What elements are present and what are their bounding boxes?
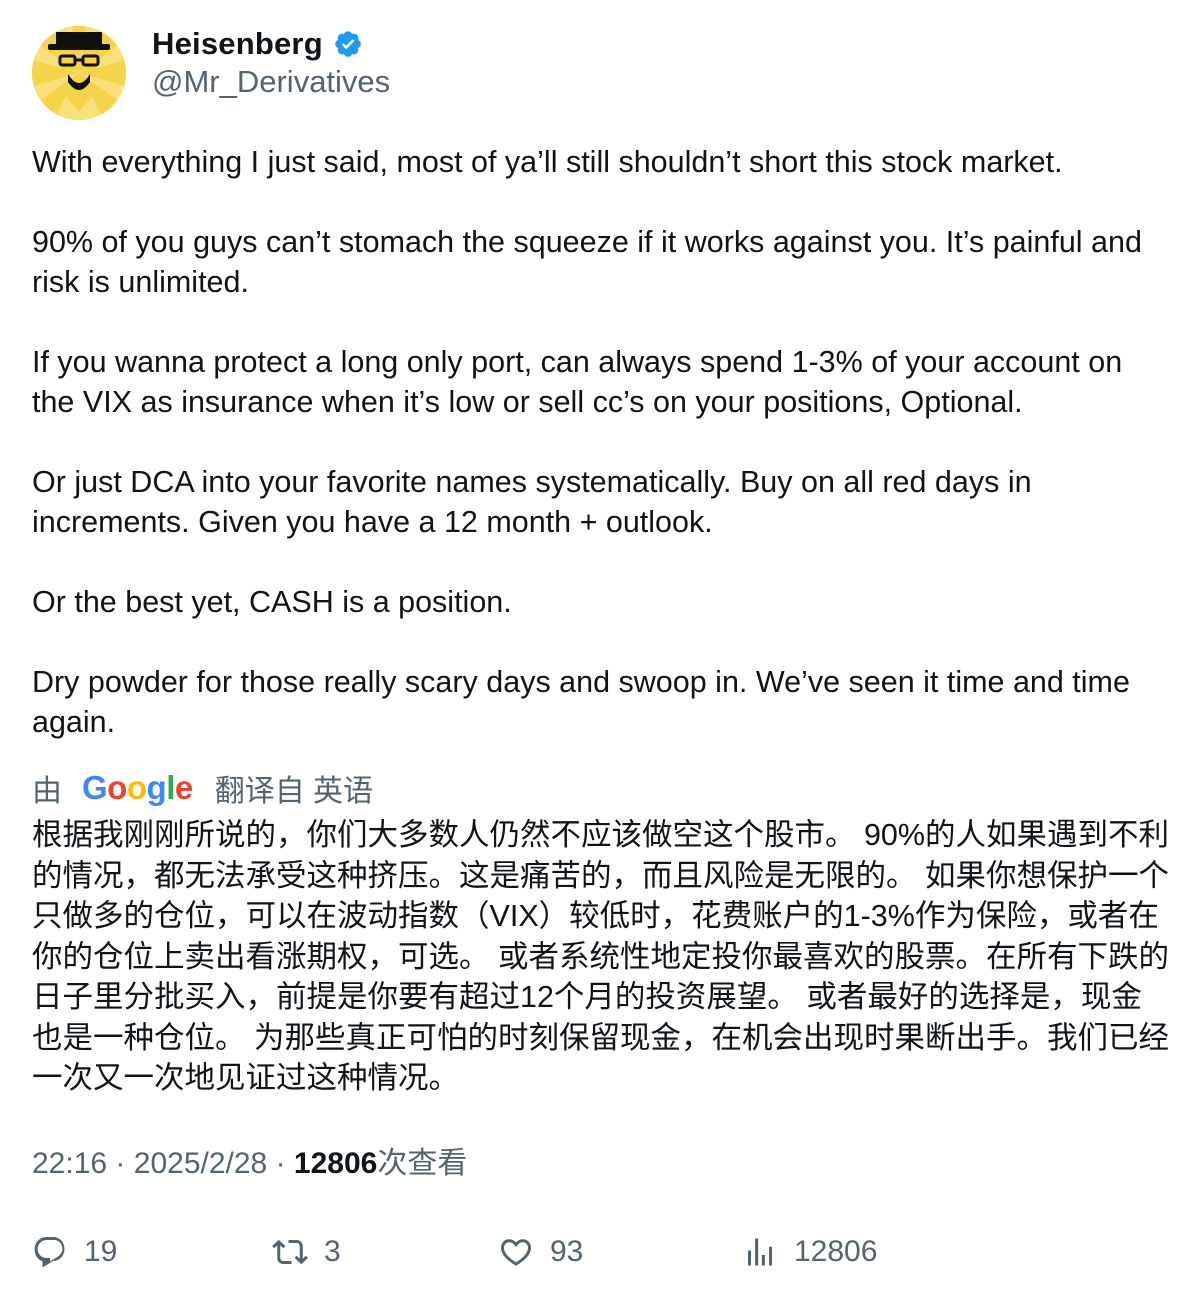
action-bar: 19 3 93 12806 — [32, 1228, 1162, 1276]
translated-by-label: 由 — [32, 775, 62, 808]
avatar[interactable] — [32, 26, 126, 120]
retweet-icon — [272, 1239, 308, 1265]
name-row: Heisenberg — [152, 26, 363, 62]
tweet-time[interactable]: 22:16 — [32, 1147, 107, 1180]
views-count: 12806 — [293, 1147, 378, 1180]
tweet-meta: 22:16 · 2025/2/28 · 12806次查看 — [32, 1142, 467, 1186]
reply-button[interactable]: 19 — [32, 1228, 117, 1276]
meta-separator: · — [115, 1147, 126, 1180]
verified-badge-icon — [333, 29, 363, 59]
user-handle[interactable]: @Mr_Derivatives — [152, 64, 390, 100]
like-button[interactable]: 93 — [498, 1228, 583, 1276]
meta-separator: · — [275, 1147, 286, 1180]
display-name[interactable]: Heisenberg — [152, 26, 323, 62]
translation-attribution: 由 Google 翻译自 英语 — [32, 766, 373, 810]
tweet-date[interactable]: 2025/2/28 — [134, 1147, 267, 1180]
views-icon — [748, 1238, 772, 1266]
google-logo: Google — [82, 769, 193, 806]
like-icon — [500, 1239, 532, 1266]
reply-count: 19 — [84, 1235, 118, 1268]
views-action-count: 12806 — [794, 1235, 878, 1268]
retweet-count: 3 — [324, 1235, 341, 1268]
translated-from-label[interactable]: 翻译自 英语 — [215, 766, 373, 810]
reply-icon — [34, 1237, 65, 1268]
retweet-button[interactable]: 3 — [272, 1228, 341, 1276]
translated-text: 根据我刚刚所说的，你们大多数人仍然不应该做空这个股市。 90%的人如果遇到不利的… — [32, 818, 1170, 1095]
tweet-header: Heisenberg @Mr_Derivatives — [32, 26, 1162, 122]
tweet-text: With everything I just said, most of ya’… — [32, 145, 1142, 739]
like-count: 93 — [550, 1235, 584, 1268]
views-label: 次查看 — [377, 1147, 468, 1180]
views-button[interactable]: 12806 — [742, 1228, 877, 1276]
heisenberg-avatar-icon — [32, 26, 126, 120]
